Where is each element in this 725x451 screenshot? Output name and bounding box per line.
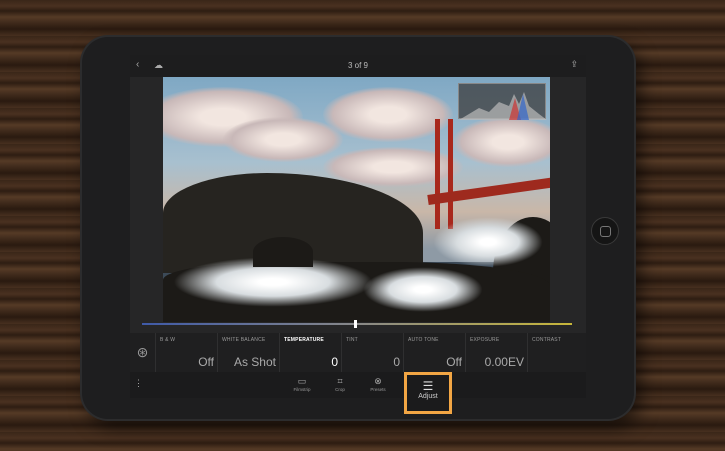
photo-preview[interactable]: [163, 77, 550, 322]
temperature-slider[interactable]: [142, 320, 572, 328]
sliders-icon: ☰: [422, 379, 434, 393]
presets-button[interactable]: ⊗ Presets: [363, 376, 393, 392]
presets-icon: ⊗: [374, 376, 382, 386]
bottom-toolbar: ⋮ ▭ Filmstrip ⌗ Crop ⊗ Presets: [130, 372, 586, 398]
filmstrip-icon: ▭: [297, 376, 307, 386]
more-icon[interactable]: ⋮: [134, 378, 143, 389]
histogram: [458, 83, 547, 120]
tile-contrast[interactable]: CONTRAST0: [528, 333, 586, 372]
top-bar: ‹ ☁ 3 of 9 ⇪: [130, 55, 586, 77]
app-screen: ‹ ☁ 3 of 9 ⇪ ⊛ B & W Off WHITE BALANCE As …: [130, 55, 586, 398]
home-button[interactable]: [591, 217, 619, 245]
tile-tint[interactable]: TINT 0: [342, 333, 404, 372]
adjust-panel: ⊛ B & W Off WHITE BALANCE As Shot TEMPERAT…: [130, 333, 586, 372]
home-icon: [600, 226, 611, 237]
share-icon[interactable]: ⇪: [570, 59, 578, 70]
filmstrip-button[interactable]: ▭ Filmstrip: [287, 376, 317, 392]
crop-icon: ⌗: [337, 376, 343, 386]
photo-counter: 3 of 9: [347, 61, 368, 70]
slider-handle[interactable]: [354, 320, 357, 328]
tile-temperature[interactable]: TEMPERATURE 0: [280, 333, 342, 372]
tile-white-balance[interactable]: WHITE BALANCE As Shot: [218, 333, 280, 372]
adjust-button[interactable]: ☰ Adjust: [404, 372, 452, 414]
tile-exposure[interactable]: EXPOSURE 0.00EV: [466, 333, 528, 372]
aperture-icon[interactable]: ⊛: [130, 333, 156, 372]
crop-button[interactable]: ⌗ Crop: [325, 376, 355, 392]
tile-auto-tone[interactable]: AUTO TONE Off: [404, 333, 466, 372]
tile-bw[interactable]: B & W Off: [156, 333, 218, 372]
